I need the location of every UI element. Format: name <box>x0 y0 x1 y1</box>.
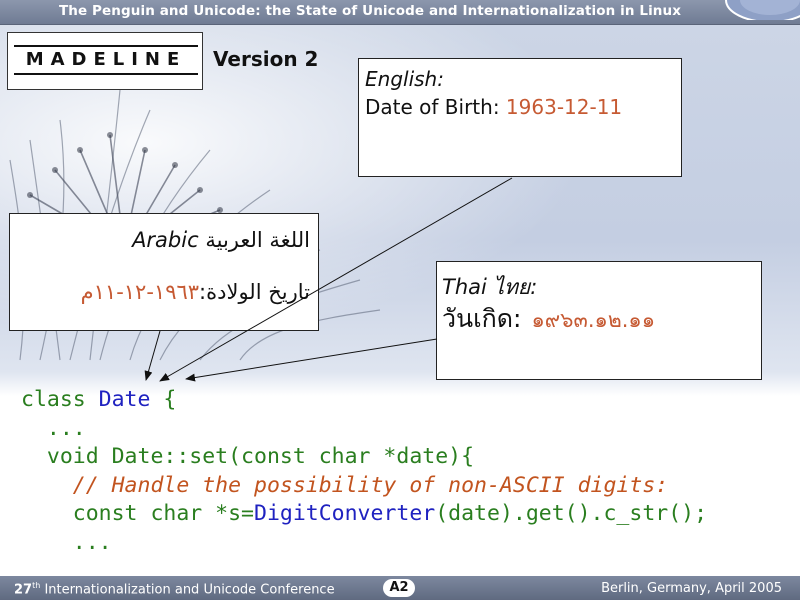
code-digit-converter: DigitConverter <box>254 501 436 526</box>
thai-title-latin: Thai <box>442 275 487 299</box>
english-date-line: Date of Birth: 1963-12-11 <box>365 95 622 119</box>
code-snippet: class Date { ... void Date::set(const ch… <box>21 386 707 557</box>
code-line-1: class Date { <box>21 387 176 412</box>
conference-name: 27th Internationalization and Unicode Co… <box>14 581 335 597</box>
code-line-3: void Date::set(const char *date){ <box>21 444 475 469</box>
english-date-value: 1963-12-11 <box>505 95 623 119</box>
code-comment: // Handle the possibility of non-ASCII d… <box>21 472 669 498</box>
arabic-date-label: تاريخ الولادة: <box>199 280 310 304</box>
arabic-box: اللغة العربية Arabic تاريخ الولادة:١٩٦٣-… <box>9 213 319 331</box>
conference-number: 27 <box>14 582 33 598</box>
english-box: English: Date of Birth: 1963-12-11 <box>358 58 682 177</box>
session-badge: A2 <box>383 579 415 597</box>
arabic-date-line: تاريخ الولادة:١٩٦٣-١٢-١١م <box>81 280 310 304</box>
code-brace: { <box>150 387 177 412</box>
code-line-5: const char *s=DigitConverter(date).get()… <box>21 501 707 526</box>
code-class-keyword: class <box>21 387 99 412</box>
slide: The Penguin and Unicode: the State of Un… <box>0 0 800 600</box>
arabic-title: اللغة العربية Arabic <box>132 228 310 252</box>
footer-bar: 27th Internationalization and Unicode Co… <box>0 576 800 600</box>
english-date-label: Date of Birth: <box>365 95 506 119</box>
arabic-title-latin: Arabic <box>132 228 199 252</box>
arabic-title-native: اللغة العربية <box>205 228 310 252</box>
version-label: Version 2 <box>213 47 319 71</box>
code-line-2: ... <box>21 415 86 441</box>
code-call: (date).get().c_str(); <box>435 501 708 526</box>
thai-box: Thai ไทย: วันเกิด: ๑๙๖๓.๑๒.๑๑ <box>436 261 762 380</box>
globe-icon <box>725 0 800 20</box>
conference-title: Internationalization and Unicode Confere… <box>40 582 335 598</box>
code-line-6: ... <box>21 529 112 555</box>
english-title: English: <box>365 67 444 91</box>
logo-rule-bottom <box>14 73 198 75</box>
thai-date-value: ๑๙๖๓.๑๒.๑๑ <box>531 308 656 332</box>
code-decl: const char *s= <box>21 501 254 526</box>
madeline-logo: MADELINE <box>7 32 203 90</box>
thai-title-native: ไทย: <box>493 275 538 299</box>
arabic-date-value: ١٩٦٣-١٢-١١م <box>80 280 200 304</box>
slide-title: The Penguin and Unicode: the State of Un… <box>58 3 682 19</box>
code-class-name: Date <box>98 387 151 412</box>
thai-date-line: วันเกิด: ๑๙๖๓.๑๒.๑๑ <box>442 299 655 339</box>
logo-text: MADELINE <box>25 49 187 70</box>
title-bar: The Penguin and Unicode: the State of Un… <box>0 0 800 25</box>
conference-location: Berlin, Germany, April 2005 <box>601 581 782 596</box>
logo-rule-top <box>14 45 198 47</box>
thai-date-label: วันเกิด: <box>442 304 522 333</box>
